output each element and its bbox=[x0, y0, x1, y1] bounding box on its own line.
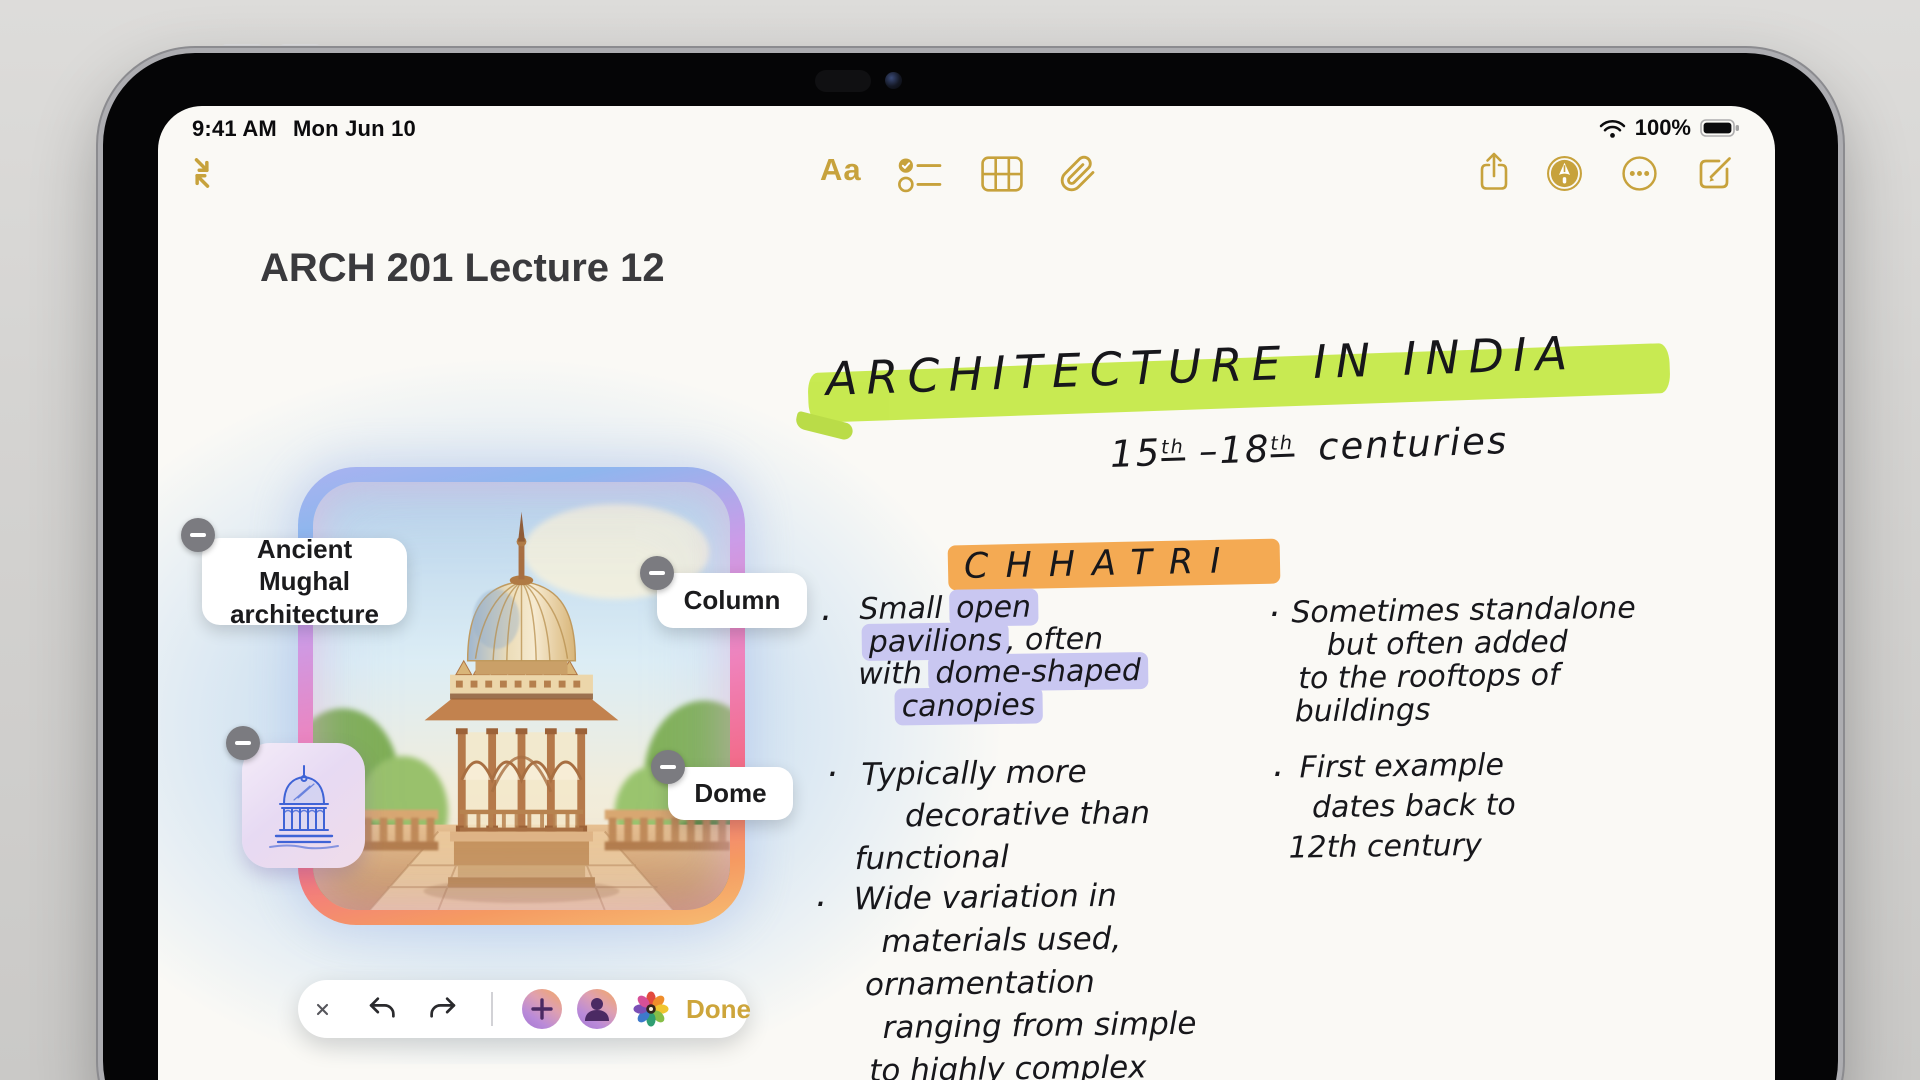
share-button[interactable] bbox=[1477, 150, 1511, 195]
hand-text: dates back to bbox=[1312, 785, 1516, 828]
highlighted-word: dome-shaped bbox=[928, 652, 1148, 692]
bullet-wide-variation: Wide variation in materials used, orname… bbox=[854, 874, 1198, 1080]
more-button[interactable] bbox=[1621, 155, 1658, 195]
compose-button[interactable] bbox=[1696, 152, 1736, 195]
hand-text: Wide variation in bbox=[854, 874, 1195, 922]
camera-housing bbox=[815, 70, 871, 92]
checklist-button[interactable] bbox=[898, 157, 942, 196]
hand-text: 12th century bbox=[1288, 825, 1516, 868]
handwritten-bullet-dot: · bbox=[819, 598, 830, 639]
image-edit-toolbar: Done bbox=[298, 980, 748, 1038]
redo-icon bbox=[428, 996, 457, 1021]
people-button[interactable] bbox=[577, 989, 617, 1029]
bullet-decorative: Typically more decorative than functiona… bbox=[861, 750, 1151, 880]
table-icon bbox=[981, 156, 1023, 192]
battery-percent: 100% bbox=[1635, 115, 1691, 141]
status-bar-left: 9:41 AM Mon Jun 10 bbox=[192, 116, 416, 142]
label-text: Column bbox=[684, 585, 781, 616]
hand-text: with bbox=[858, 656, 932, 692]
undo-icon bbox=[368, 996, 397, 1021]
insert-table-button[interactable] bbox=[981, 156, 1023, 195]
hand-text: to the rooftops of bbox=[1298, 658, 1637, 696]
ipad-device-frame: 9:41 AM Mon Jun 10 100% bbox=[103, 53, 1838, 1080]
hand-text: materials used, bbox=[881, 917, 1195, 964]
bullet-standalone: Sometimes standalone but often added to … bbox=[1291, 592, 1637, 729]
sub-word: centuries bbox=[1317, 419, 1508, 469]
handwritten-section-title: CHHATRI bbox=[964, 541, 1238, 587]
attachment-button[interactable] bbox=[1059, 155, 1097, 196]
hand-text: ornamentation bbox=[865, 960, 1196, 1008]
notes-app-screen: 9:41 AM Mon Jun 10 100% bbox=[158, 106, 1775, 1080]
minus-icon bbox=[190, 533, 206, 537]
ellipsis-circle-icon bbox=[1621, 155, 1658, 192]
remove-badge-dome[interactable] bbox=[651, 750, 685, 784]
battery-icon bbox=[1700, 118, 1741, 138]
arrows-collapse-icon bbox=[184, 155, 220, 191]
hand-text: buildings bbox=[1294, 691, 1637, 729]
hand-text: but often added bbox=[1327, 625, 1637, 662]
hand-text: to highly complex bbox=[869, 1046, 1197, 1080]
hand-text: functional bbox=[854, 834, 1151, 880]
checklist-icon bbox=[898, 157, 942, 193]
markup-button[interactable] bbox=[1546, 155, 1583, 195]
paperclip-icon bbox=[1059, 155, 1097, 193]
flower-icon bbox=[631, 989, 671, 1029]
format-text-button[interactable]: Aa bbox=[820, 152, 862, 188]
redo-button[interactable] bbox=[428, 996, 457, 1024]
bullet-small-open-pavilions: Small open pavilions, often with dome-sh… bbox=[859, 590, 1145, 724]
hand-text: ranging from simple bbox=[882, 1003, 1196, 1050]
toolbar-divider bbox=[491, 992, 493, 1026]
status-bar-right: 100% bbox=[1599, 115, 1741, 141]
sub-ordinal: th bbox=[1270, 431, 1295, 455]
highlighted-word: canopies bbox=[894, 686, 1042, 725]
close-button[interactable] bbox=[305, 992, 339, 1026]
hand-text: First example bbox=[1299, 745, 1515, 788]
remove-badge-sketch[interactable] bbox=[226, 726, 260, 760]
handwritten-bullet-dot: · bbox=[826, 754, 837, 795]
status-time: 9:41 AM bbox=[192, 116, 277, 142]
share-icon bbox=[1477, 150, 1511, 192]
hand-text: Small bbox=[859, 591, 952, 627]
person-icon bbox=[577, 989, 617, 1029]
minus-icon bbox=[649, 571, 665, 575]
handwritten-bullet-dot: · bbox=[814, 884, 825, 925]
handwritten-subheading: 15th–18thcenturies bbox=[1109, 419, 1508, 476]
label-tag-mughal[interactable]: Ancient Mughal architecture bbox=[202, 538, 407, 625]
x-icon bbox=[315, 1002, 330, 1017]
image-playground-button[interactable] bbox=[631, 989, 671, 1032]
handwritten-bullet-dot: · bbox=[1268, 594, 1279, 635]
pencil-tip-circle-icon bbox=[1546, 155, 1583, 192]
label-tag-column[interactable]: Column bbox=[657, 573, 807, 628]
undo-button[interactable] bbox=[368, 996, 397, 1024]
done-button[interactable]: Done bbox=[686, 994, 751, 1025]
desktop-background: 9:41 AM Mon Jun 10 100% bbox=[0, 0, 1920, 1080]
add-element-button[interactable] bbox=[522, 989, 562, 1029]
hand-text: Sometimes standalone bbox=[1291, 592, 1636, 630]
minus-icon bbox=[660, 765, 676, 769]
remove-badge-column[interactable] bbox=[640, 556, 674, 590]
sub-number: –18 bbox=[1198, 427, 1271, 472]
front-camera bbox=[885, 72, 902, 89]
label-text: Dome bbox=[694, 778, 766, 809]
plus-icon bbox=[522, 989, 562, 1029]
sub-number: 15 bbox=[1109, 431, 1162, 476]
sketch-thumbnail[interactable] bbox=[242, 743, 365, 868]
collapse-note-button[interactable] bbox=[184, 155, 220, 194]
bullet-first-example: First example dates back to 12th century bbox=[1287, 745, 1516, 868]
wifi-icon bbox=[1599, 118, 1626, 139]
label-tag-dome[interactable]: Dome bbox=[668, 767, 793, 820]
minus-icon bbox=[235, 741, 251, 745]
status-date: Mon Jun 10 bbox=[293, 116, 416, 142]
note-title[interactable]: ARCH 201 Lecture 12 bbox=[260, 246, 665, 291]
format-label: Aa bbox=[820, 152, 862, 187]
remove-badge-mughal[interactable] bbox=[181, 518, 215, 552]
compose-icon bbox=[1696, 152, 1736, 192]
chhatri-sketch-icon bbox=[258, 760, 350, 852]
hand-text: decorative than bbox=[905, 792, 1151, 837]
hand-text: Typically more bbox=[861, 750, 1150, 796]
label-text: Ancient Mughal architecture bbox=[220, 533, 389, 631]
highlighted-word: open bbox=[949, 588, 1038, 626]
handwritten-bullet-dot: · bbox=[1271, 754, 1282, 795]
sub-ordinal: th bbox=[1161, 435, 1186, 459]
